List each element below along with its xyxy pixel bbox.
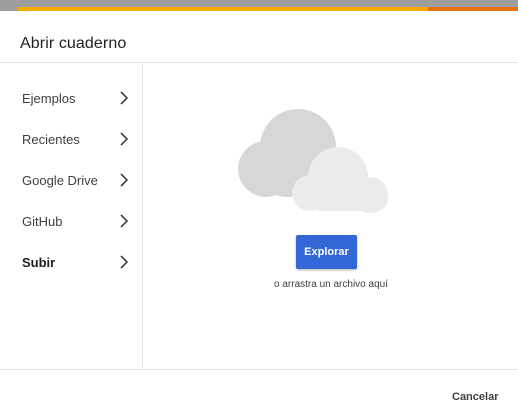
cancel-button[interactable]: Cancelar	[452, 391, 498, 403]
sidebar: Ejemplos Recientes Google Drive GitHub S…	[0, 63, 143, 369]
sidebar-item-ejemplos[interactable]: Ejemplos	[0, 78, 143, 119]
sidebar-item-github[interactable]: GitHub	[0, 201, 143, 242]
dialog-footer: Cancelar	[0, 369, 518, 419]
chevron-right-icon	[120, 91, 129, 105]
chevron-right-icon	[120, 132, 129, 146]
sidebar-item-label: Ejemplos	[22, 91, 76, 106]
chevron-right-icon	[120, 173, 129, 187]
sidebar-item-recientes[interactable]: Recientes	[0, 119, 143, 160]
top-accent-bar	[0, 0, 518, 11]
sidebar-item-label: GitHub	[22, 214, 63, 229]
dialog-title: Abrir cuaderno	[20, 35, 127, 52]
sidebar-item-label: Recientes	[22, 132, 80, 147]
dialog-header: Abrir cuaderno	[0, 11, 518, 63]
sidebar-item-label: Google Drive	[22, 173, 98, 188]
chevron-right-icon	[120, 255, 129, 269]
cloud-icon	[238, 109, 388, 213]
sidebar-item-subir[interactable]: Subir	[0, 242, 143, 283]
chevron-right-icon	[120, 214, 129, 228]
sidebar-item-label: Subir	[22, 255, 56, 270]
explore-button[interactable]: Explorar	[296, 235, 357, 269]
sidebar-item-google-drive[interactable]: Google Drive	[0, 160, 143, 201]
drag-file-hint: o arrastra un archivo aquí	[274, 279, 388, 290]
open-notebook-dialog: Abrir cuaderno Ejemplos Recientes Google…	[0, 11, 518, 419]
upload-panel: Explorar o arrastra un archivo aquí	[144, 63, 518, 369]
